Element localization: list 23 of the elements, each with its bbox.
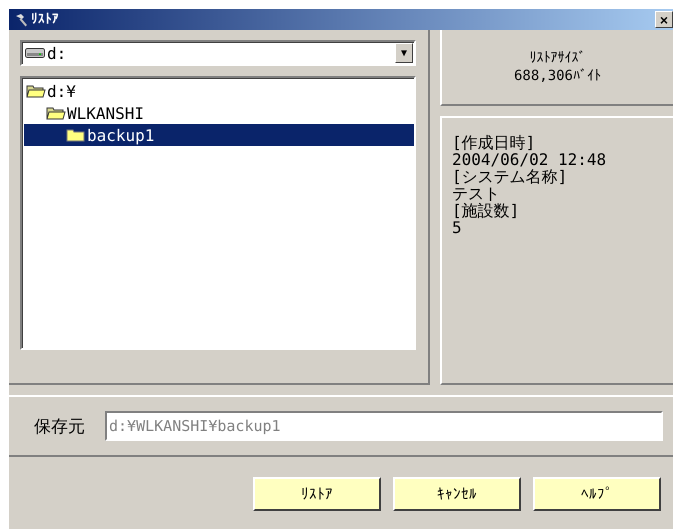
info-line: [システム名称]	[452, 168, 568, 185]
close-button[interactable]: ×	[655, 11, 673, 28]
dialog-button[interactable]: ﾍﾙﾌﾟ	[533, 477, 661, 511]
info-line: [作成日時]	[452, 134, 536, 151]
dialog-button[interactable]: ﾘｽﾄｱ	[253, 477, 381, 511]
info-line: 5	[452, 219, 462, 236]
info-line: 2004/06/02 12:48	[452, 151, 608, 168]
drive-icon	[25, 47, 45, 59]
size-value: 688,306ﾊﾞｲﾄ	[514, 67, 601, 85]
folder-icon	[66, 127, 86, 143]
info-line: [施設数]	[452, 202, 520, 219]
window-title: ﾘｽﾄｱ	[31, 12, 60, 27]
open-folder-icon	[26, 83, 46, 99]
open-folder-icon	[46, 105, 66, 121]
info-line: テスト	[452, 185, 501, 202]
tree-item[interactable]: backup1	[24, 124, 414, 146]
tree-item[interactable]: d:¥	[24, 80, 414, 102]
source-label: 保存元	[34, 416, 85, 438]
drive-dropdown[interactable]: d: ▼	[20, 40, 416, 66]
drive-value: d:	[47, 44, 68, 62]
tree-item[interactable]: WLKANSHI	[24, 102, 414, 124]
dialog-button[interactable]: ｷｬﾝｾﾙ	[393, 477, 521, 511]
size-label: ﾘｽﾄｱｻｲｽﾞ	[530, 49, 586, 67]
